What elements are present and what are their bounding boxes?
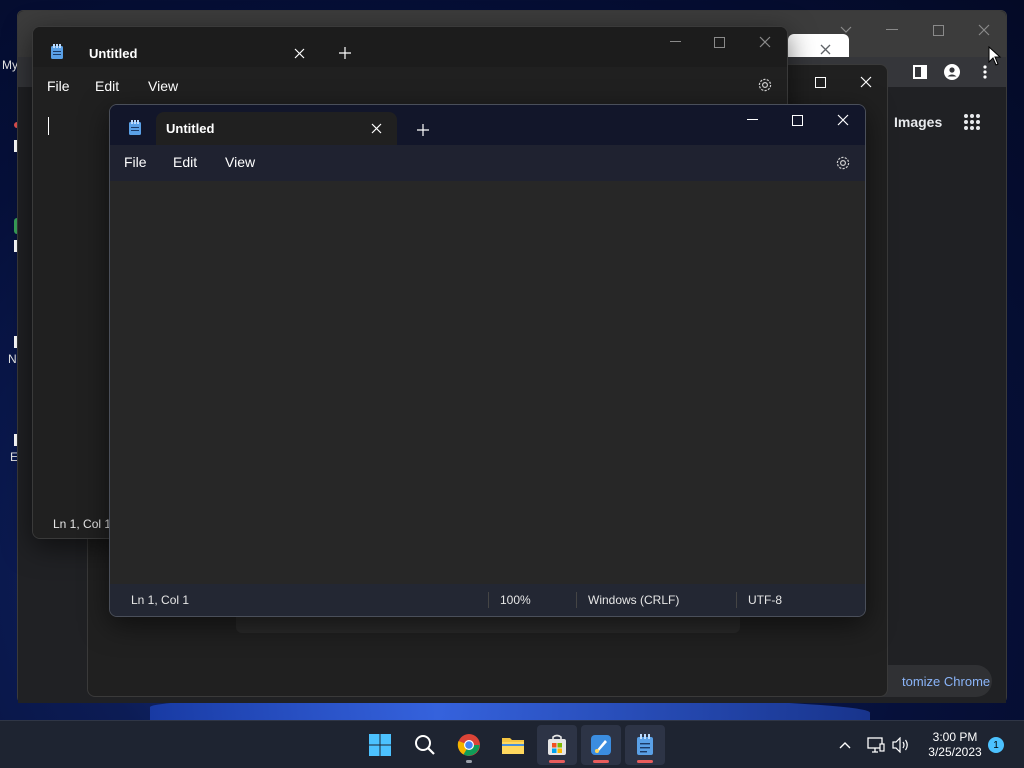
status-position: Ln 1, Col 1 [53, 517, 112, 531]
menu-file[interactable]: File [124, 154, 147, 170]
running-indicator [637, 760, 653, 763]
minimize-icon[interactable] [869, 15, 915, 45]
notepad-icon [129, 120, 141, 135]
system-clock[interactable]: 3:00 PM 3/25/2023 [920, 730, 990, 760]
network-icon[interactable] [864, 733, 888, 757]
minimize-icon[interactable] [652, 27, 698, 57]
menu-edit[interactable]: Edit [173, 154, 197, 170]
close-icon[interactable] [287, 41, 311, 65]
status-separator [576, 592, 577, 608]
profile-icon[interactable] [939, 59, 965, 85]
close-icon[interactable] [961, 15, 1007, 45]
menu-file[interactable]: File [47, 78, 70, 94]
side-panel-icon[interactable] [907, 59, 933, 85]
close-icon[interactable] [820, 105, 865, 135]
plus-icon[interactable] [411, 118, 435, 142]
close-icon[interactable] [818, 42, 832, 56]
windows-logo-icon [369, 734, 391, 756]
maximize-icon[interactable] [774, 105, 820, 135]
menu-view[interactable]: View [148, 78, 178, 94]
title-bar: Untitled [33, 27, 787, 67]
chrome-icon[interactable] [449, 725, 489, 765]
settings-gear-icon[interactable] [753, 73, 777, 97]
settings-gear-icon[interactable] [831, 151, 855, 175]
notepad-window-front: Untitled File Edit View Ln 1, Col 1 100% [109, 104, 866, 617]
volume-icon[interactable] [889, 733, 913, 757]
text-caret [48, 117, 49, 135]
menu-edit[interactable]: Edit [95, 78, 119, 94]
running-indicator [466, 760, 472, 763]
status-zoom[interactable]: 100% [500, 593, 531, 607]
maximize-icon[interactable] [915, 15, 961, 45]
close-icon[interactable] [364, 116, 388, 140]
status-bar: Ln 1, Col 1 100% Windows (CRLF) UTF-8 [110, 584, 865, 616]
menu-view[interactable]: View [225, 154, 255, 170]
apps-grid-icon[interactable] [959, 109, 985, 135]
maximize-icon[interactable] [797, 67, 843, 97]
desktop-icon-label: My [2, 58, 18, 72]
microsoft-store-icon[interactable] [537, 725, 577, 765]
notepad-icon[interactable] [625, 725, 665, 765]
customize-chrome-label: tomize Chrome [902, 673, 991, 689]
images-link[interactable]: Images [894, 114, 942, 130]
status-position: Ln 1, Col 1 [131, 593, 190, 607]
notepad-icon [51, 44, 63, 59]
running-indicator [549, 760, 565, 763]
notification-badge[interactable]: 1 [988, 737, 1004, 753]
status-separator [736, 592, 737, 608]
tab-title: Untitled [89, 46, 138, 61]
file-explorer-icon[interactable] [493, 725, 533, 765]
clock-date: 3/25/2023 [928, 745, 982, 759]
paint-icon[interactable] [581, 725, 621, 765]
clock-time: 3:00 PM [932, 730, 978, 744]
desktop-icon-label: N [8, 352, 17, 366]
title-bar: Untitled [110, 105, 865, 145]
tab-untitled[interactable]: Untitled [129, 112, 397, 145]
running-indicator [593, 760, 609, 763]
menu-bar: File Edit View [33, 67, 787, 103]
status-separator [488, 592, 489, 608]
taskbar: 3:00 PM 3/25/2023 1 [0, 720, 1024, 768]
window-shadow-edge [236, 617, 740, 633]
menu-bar: File Edit View [110, 145, 865, 181]
status-encoding[interactable]: UTF-8 [748, 593, 782, 607]
close-icon[interactable] [843, 67, 889, 97]
mouse-cursor-icon [988, 46, 1002, 66]
search-icon[interactable] [405, 725, 445, 765]
tab-title: Untitled [166, 121, 215, 136]
text-editor-area[interactable] [110, 181, 865, 584]
start-button[interactable] [360, 725, 400, 765]
tab-untitled[interactable]: Untitled [33, 34, 320, 67]
maximize-icon[interactable] [696, 27, 742, 57]
plus-icon[interactable] [333, 41, 357, 65]
status-line-ending[interactable]: Windows (CRLF) [588, 593, 679, 607]
minimize-icon[interactable] [729, 105, 775, 135]
chevron-up-icon[interactable] [833, 733, 857, 757]
close-icon[interactable] [742, 27, 787, 57]
